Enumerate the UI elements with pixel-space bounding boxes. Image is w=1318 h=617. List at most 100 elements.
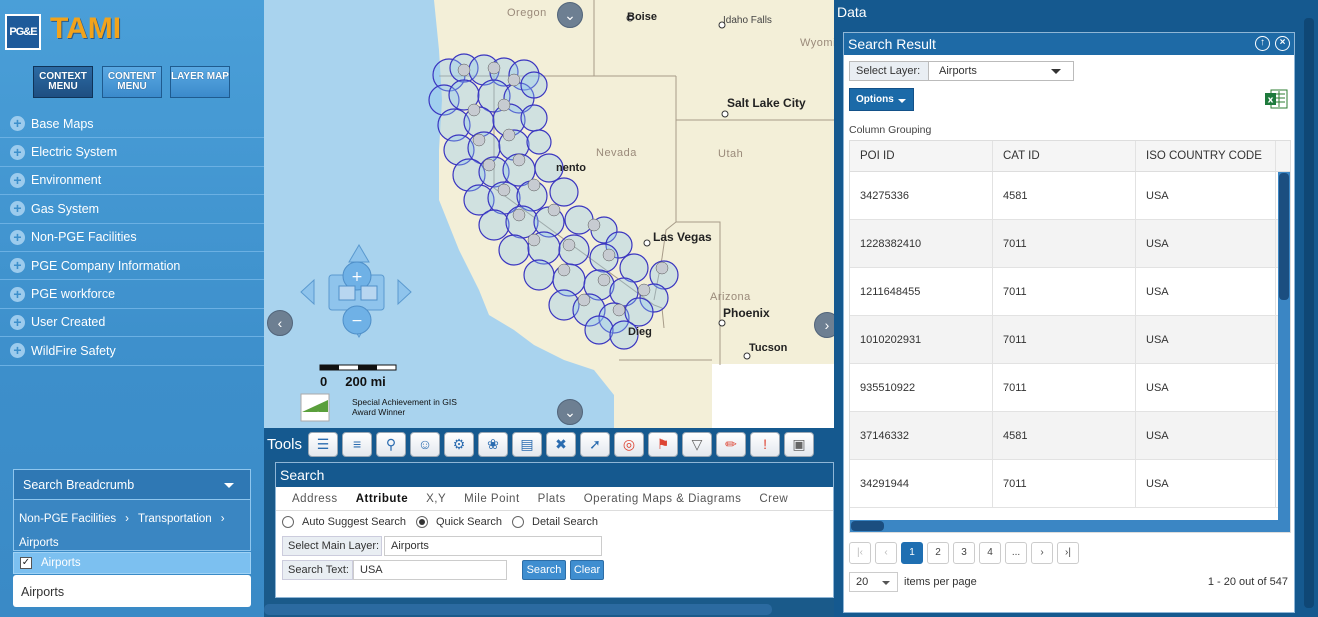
tab-attribute[interactable]: Attribute (356, 493, 408, 505)
alert-icon[interactable]: ! (750, 431, 781, 457)
breadcrumb-item[interactable]: Airports (19, 537, 59, 549)
cell-iso-country: USA (1136, 316, 1276, 363)
search-result-panel: Search Result ↑ × Select Layer: Airports… (843, 32, 1295, 613)
pan-west-button[interactable]: ‹ (267, 310, 293, 336)
search-button[interactable]: Search (522, 560, 566, 580)
bottom-scrollbar[interactable] (264, 604, 772, 615)
map-label-nevada: Nevada (596, 147, 637, 159)
column-header-poi-id[interactable]: POI ID (850, 141, 993, 171)
tab-operating-maps[interactable]: Operating Maps & Diagrams (584, 493, 742, 505)
user-icon[interactable]: ☺ (410, 431, 441, 457)
pan-east-button[interactable]: › (814, 312, 834, 338)
radio-selected-icon[interactable] (415, 516, 428, 528)
page-ellipsis-button[interactable]: ... (1005, 542, 1027, 564)
radio-icon[interactable] (282, 516, 294, 528)
ruler-icon[interactable]: ✏ (716, 431, 747, 457)
clear-button[interactable]: Clear (570, 560, 604, 580)
first-page-icon[interactable]: |‹ (849, 542, 871, 564)
filter-icon[interactable]: ▽ (682, 431, 713, 457)
map-city-boise: Boise (627, 11, 657, 23)
checkbox-checked-icon[interactable]: ✓ (20, 557, 32, 569)
data-scrollbar[interactable] (1304, 18, 1314, 608)
tab-xy[interactable]: X,Y (426, 493, 446, 505)
find-icon[interactable]: ⚲ (376, 431, 407, 457)
pan-north-button[interactable]: ⌄ (557, 2, 583, 28)
page-button-1[interactable]: 1 (901, 542, 923, 564)
breadcrumb-item[interactable]: Transportation (138, 513, 212, 525)
page-button-4[interactable]: 4 (979, 542, 1001, 564)
nav-item-gas-system[interactable]: + Gas System (0, 195, 264, 224)
nav-item-pge-company-information[interactable]: + PGE Company Information (0, 252, 264, 281)
network-icon[interactable]: ⚙ (444, 431, 475, 457)
close-icon[interactable]: × (1275, 36, 1290, 51)
spiral-icon[interactable]: ◎ (614, 431, 645, 457)
table-row[interactable]: 37146332 4581 USA (850, 412, 1290, 460)
quick-search-radio[interactable]: Quick Search (415, 516, 502, 528)
pan-zoom-control: + − (300, 244, 412, 338)
select-layer-dropdown[interactable]: Select Layer: Airports (849, 61, 1074, 81)
app-root: PG&E TAMI CONTEXT MENU CONTENT MENU LAYE… (0, 0, 1318, 617)
pagination: |‹ ‹ 1 2 3 4 ... › ›| (849, 542, 1083, 564)
table-row[interactable]: 1211648455 7011 USA (850, 268, 1290, 316)
pan-south-button[interactable]: ⌄ (557, 399, 583, 425)
last-page-icon[interactable]: ›| (1057, 542, 1079, 564)
breadcrumb-item[interactable]: Non-PGE Facilities (19, 513, 116, 525)
database-icon[interactable]: ▤ (512, 431, 543, 457)
tab-address[interactable]: Address (292, 493, 338, 505)
main-layer-label: Select Main Layer: (282, 536, 382, 556)
layer-map-button[interactable]: LAYER MAP (170, 66, 230, 98)
context-menu-button[interactable]: CONTEXT MENU (33, 66, 93, 98)
cell-cat-id: 7011 (993, 316, 1136, 363)
list-icon[interactable]: ≡ (342, 431, 373, 457)
nav-item-wildfire-safety[interactable]: + WildFire Safety (0, 337, 264, 366)
expand-icon: + (10, 314, 25, 330)
selected-layer-row[interactable]: ✓ Airports (13, 552, 251, 574)
measure-icon[interactable]: ➚ (580, 431, 611, 457)
layers-icon[interactable]: ☰ (308, 431, 339, 457)
nav-item-non-pge-facilities[interactable]: + Non-PGE Facilities (0, 224, 264, 252)
gauge-icon[interactable]: ▣ (784, 431, 815, 457)
table-row[interactable]: 34275336 4581 USA (850, 172, 1290, 220)
nav-item-user-created[interactable]: + User Created (0, 309, 264, 338)
tab-mile-point[interactable]: Mile Point (464, 493, 520, 505)
tab-plats[interactable]: Plats (538, 493, 566, 505)
prev-page-icon[interactable]: ‹ (875, 542, 897, 564)
table-row[interactable]: 34291944 7011 USA (850, 460, 1290, 508)
excel-export-icon[interactable]: x (1264, 89, 1288, 109)
expand-icon: + (10, 144, 25, 160)
next-page-icon[interactable]: › (1031, 542, 1053, 564)
radio-icon[interactable] (512, 516, 524, 528)
column-header-cat-id[interactable]: CAT ID (993, 141, 1136, 171)
nav-item-environment[interactable]: + Environment (0, 167, 264, 196)
content-menu-button[interactable]: CONTENT MENU (102, 66, 162, 98)
grid-header: POI ID CAT ID ISO COUNTRY CODE (850, 141, 1290, 172)
table-row[interactable]: 1228382410 7011 USA (850, 220, 1290, 268)
table-row[interactable]: 1010202931 7011 USA (850, 316, 1290, 364)
page-button-2[interactable]: 2 (927, 542, 949, 564)
items-per-page-select[interactable]: 20 (849, 572, 898, 592)
puzzle-icon[interactable]: ❀ (478, 431, 509, 457)
cell-poi-id: 935510922 (850, 364, 993, 411)
nav-item-electric-system[interactable]: + Electric System (0, 138, 264, 167)
table-row[interactable]: 935510922 7011 USA (850, 364, 1290, 412)
active-layer-item[interactable]: Airports (13, 575, 251, 607)
cell-iso-country: USA (1136, 412, 1276, 459)
flag-icon[interactable]: ⚑ (648, 431, 679, 457)
grid-vertical-scroll-thumb[interactable] (1279, 173, 1289, 300)
tab-crew[interactable]: Crew (759, 493, 788, 505)
page-button-3[interactable]: 3 (953, 542, 975, 564)
nav-item-base-maps[interactable]: + Base Maps (0, 110, 264, 139)
grid-horizontal-scroll-thumb[interactable] (851, 521, 884, 531)
main-layer-field[interactable]: Airports (384, 536, 602, 556)
options-button[interactable]: Options (849, 88, 914, 111)
column-header-iso-country-code[interactable]: ISO COUNTRY CODE (1136, 141, 1276, 171)
grid-horizontal-scrollbar[interactable] (850, 520, 1290, 532)
cross-icon[interactable]: ✖ (546, 431, 577, 457)
breadcrumb-header[interactable]: Search Breadcrumb (14, 470, 250, 500)
auto-suggest-radio[interactable]: Auto Suggest Search (282, 516, 406, 528)
collapse-icon[interactable]: ↑ (1255, 36, 1270, 51)
nav-item-pge-workforce[interactable]: + PGE workforce (0, 280, 264, 309)
detail-search-radio[interactable]: Detail Search (512, 516, 598, 528)
map-view[interactable]: + − Oregon Boise Idaho Falls Wyomi Salt … (264, 0, 834, 428)
search-text-input[interactable]: USA (353, 560, 507, 580)
